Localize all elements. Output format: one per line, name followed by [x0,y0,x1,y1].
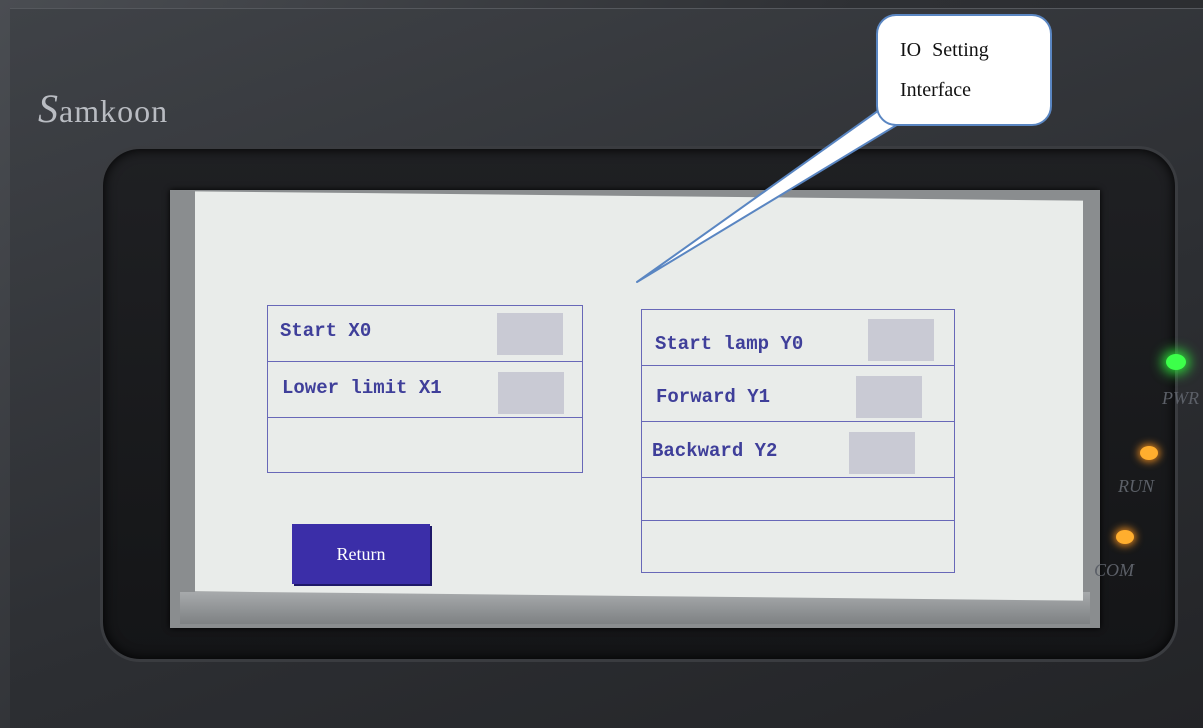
callout-text: IO Setting Interface [900,39,989,101]
